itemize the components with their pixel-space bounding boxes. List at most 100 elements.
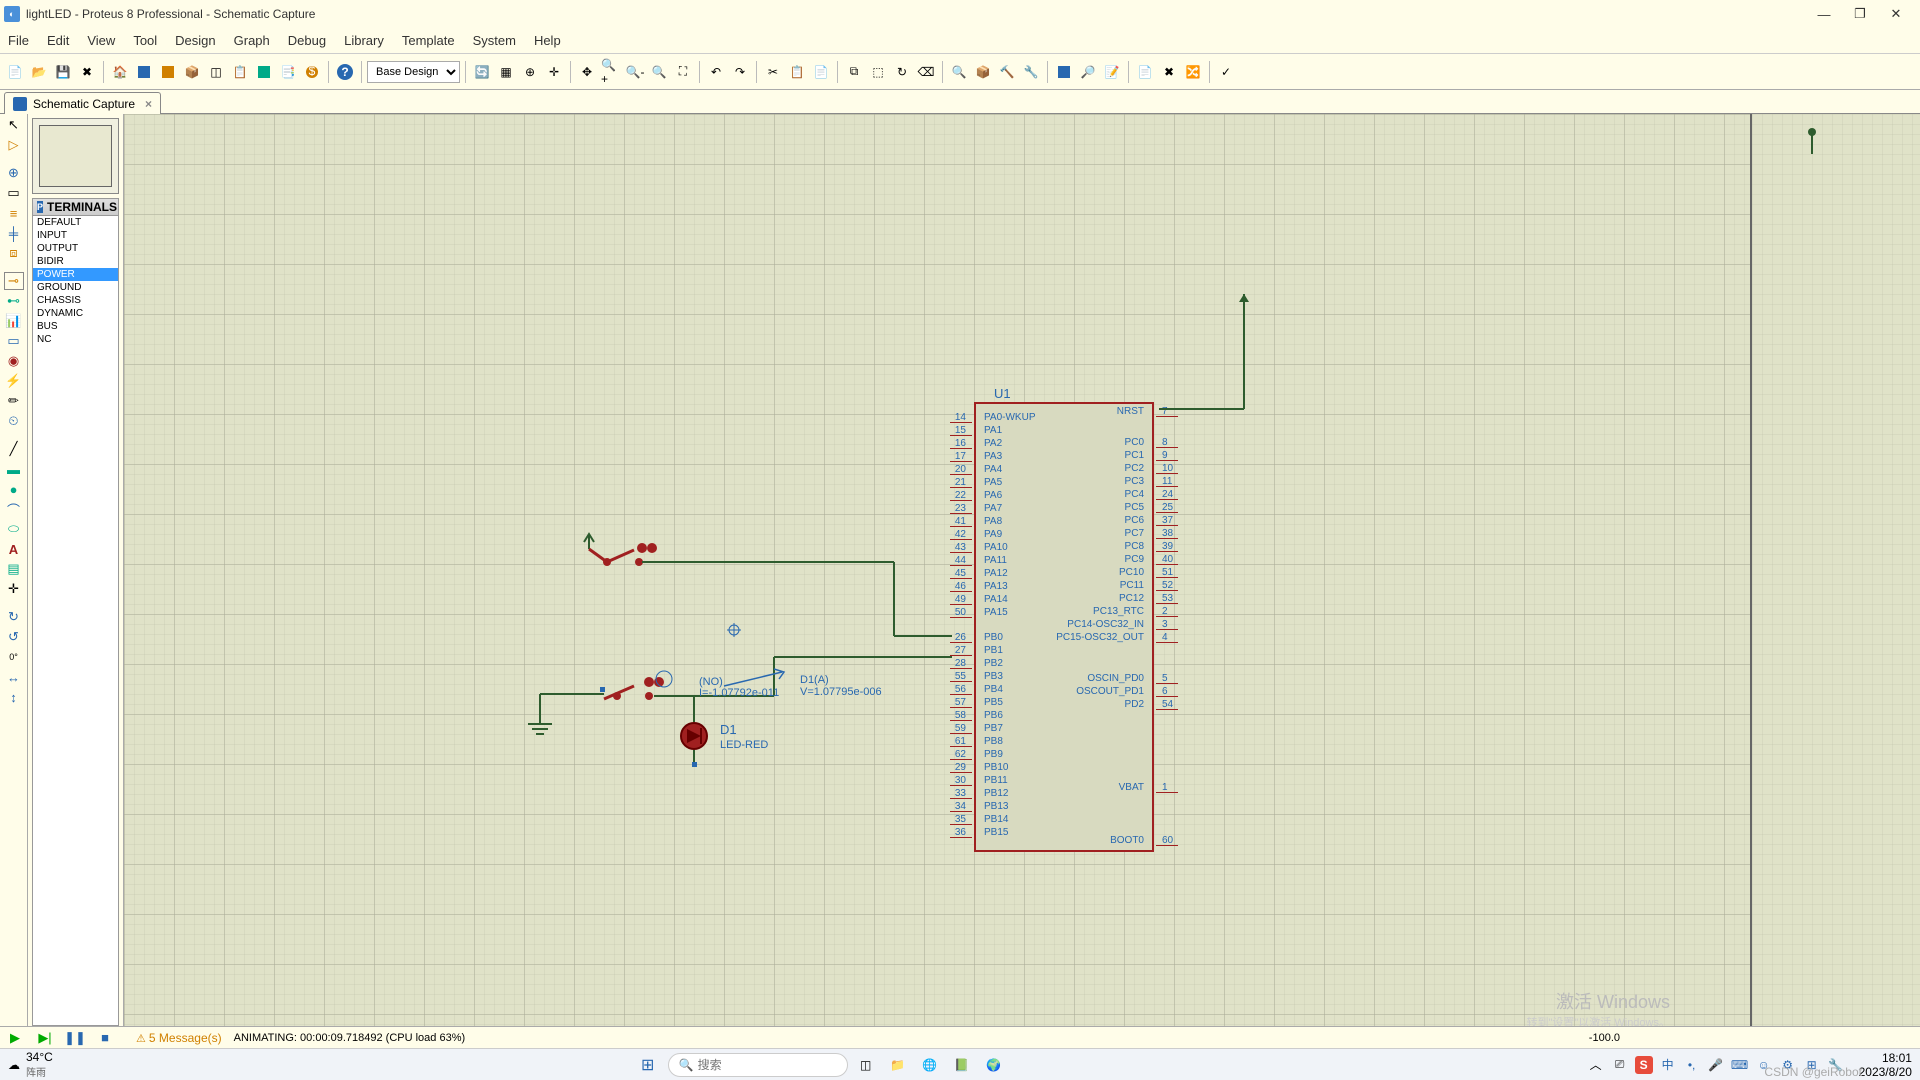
terminal-item-power[interactable]: POWER <box>33 268 118 281</box>
zoom-sheet-icon[interactable]: ⛶ <box>672 61 694 83</box>
schematic-icon[interactable] <box>133 61 155 83</box>
app-icon-2[interactable]: 🌍 <box>980 1053 1008 1077</box>
mic-icon[interactable]: 🎤 <box>1707 1056 1725 1074</box>
terminal-item-nc[interactable]: NC <box>33 333 118 346</box>
bom-icon[interactable]: 📋 <box>229 61 251 83</box>
probe-i-icon[interactable]: ✏ <box>4 392 24 410</box>
generator-icon[interactable]: ◉ <box>4 352 24 370</box>
pcb-icon[interactable] <box>157 61 179 83</box>
delete-sheet-icon[interactable]: ✖ <box>1158 61 1180 83</box>
search-icon[interactable]: 🔎 <box>1077 61 1099 83</box>
circle-icon[interactable]: ● <box>4 480 24 498</box>
3d-icon[interactable]: 📦 <box>181 61 203 83</box>
stop-button[interactable]: ■ <box>92 1028 118 1048</box>
menu-design[interactable]: Design <box>175 33 215 48</box>
erc-icon[interactable]: ✓ <box>1215 61 1237 83</box>
close-button[interactable]: ✕ <box>1884 2 1908 26</box>
terminal-item-output[interactable]: OUTPUT <box>33 242 118 255</box>
search-box[interactable]: 🔍 <box>668 1053 848 1077</box>
code-icon[interactable] <box>253 61 275 83</box>
close-project-button[interactable]: ✖ <box>76 61 98 83</box>
grid-icon[interactable]: ▦ <box>495 61 517 83</box>
select-mode-icon[interactable]: ↖ <box>4 116 24 134</box>
wire-icon[interactable]: 🔧 <box>1020 61 1042 83</box>
right-pane[interactable] <box>1750 114 1920 1026</box>
text2-icon[interactable]: A <box>4 540 24 558</box>
terminal-item-chassis[interactable]: CHASSIS <box>33 294 118 307</box>
marker-icon[interactable]: ✛ <box>4 580 24 598</box>
help-icon[interactable]: ? <box>334 61 356 83</box>
block-rotate-icon[interactable]: ↻ <box>891 61 913 83</box>
property-icon[interactable]: 📝 <box>1101 61 1123 83</box>
tray-screen-icon[interactable]: ⎚ <box>1611 1056 1629 1074</box>
task-view-icon[interactable]: ◫ <box>852 1053 880 1077</box>
menu-edit[interactable]: Edit <box>47 33 69 48</box>
terminal-item-dynamic[interactable]: DYNAMIC <box>33 307 118 320</box>
menu-help[interactable]: Help <box>534 33 561 48</box>
menu-system[interactable]: System <box>473 33 516 48</box>
terminal-item-input[interactable]: INPUT <box>33 229 118 242</box>
pan-icon[interactable]: ✥ <box>576 61 598 83</box>
arc-icon[interactable]: ⌒ <box>4 500 24 518</box>
flip-h-icon[interactable]: ↔ <box>4 668 24 686</box>
pick-icon[interactable]: 🔍 <box>948 61 970 83</box>
text-icon[interactable]: ≡ <box>4 204 24 222</box>
zoom-fit-icon[interactable]: 🔍 <box>648 61 670 83</box>
rotate-ccw-icon[interactable]: ↺ <box>4 628 24 646</box>
terminal-icon[interactable]: ⊸ <box>4 272 24 290</box>
minimize-button[interactable]: — <box>1812 2 1836 26</box>
tray-up-icon[interactable]: ︿ <box>1587 1056 1605 1074</box>
menu-library[interactable]: Library <box>344 33 384 48</box>
terminal-item-default[interactable]: DEFAULT <box>33 216 118 229</box>
zoom-out-icon[interactable]: 🔍- <box>624 61 646 83</box>
menu-template[interactable]: Template <box>402 33 455 48</box>
gerber-icon[interactable]: ◫ <box>205 61 227 83</box>
terminal-item-ground[interactable]: GROUND <box>33 281 118 294</box>
refresh-icon[interactable]: 🔄 <box>471 61 493 83</box>
ime-icon[interactable]: 中 <box>1659 1056 1677 1074</box>
explorer-icon[interactable]: 📑 <box>277 61 299 83</box>
terminals-list[interactable]: DEFAULTINPUTOUTPUTBIDIRPOWERGROUNDCHASSI… <box>32 216 119 1026</box>
snap-icon[interactable]: ✛ <box>543 61 565 83</box>
origin-icon[interactable]: ⊕ <box>519 61 541 83</box>
redo-icon[interactable]: ↷ <box>729 61 751 83</box>
sogou-icon[interactable]: S <box>1635 1056 1653 1074</box>
weather-widget[interactable]: ☁ 34°C阵雨 <box>8 1050 53 1079</box>
instrument-icon[interactable]: ⏲ <box>4 412 24 430</box>
canvas-area[interactable]: U1 14PA0-WKUP15PA116PA217PA320PA421PA522… <box>124 114 1750 1026</box>
clock[interactable]: 18:01 CSDN @geiRobot2023/8/20 <box>1859 1051 1912 1079</box>
probe-v-icon[interactable]: ⚡ <box>4 372 24 390</box>
preview-window[interactable] <box>32 118 119 194</box>
cut-icon[interactable]: ✂ <box>762 61 784 83</box>
menu-graph[interactable]: Graph <box>234 33 270 48</box>
flip-v-icon[interactable]: ↕ <box>4 688 24 706</box>
line-icon[interactable]: ╱ <box>4 440 24 458</box>
cost-icon[interactable]: $ <box>301 61 323 83</box>
step-button[interactable]: ▶| <box>32 1028 58 1048</box>
block-move-icon[interactable]: ⬚ <box>867 61 889 83</box>
design-select[interactable]: Base Design <box>367 61 460 83</box>
explorer-icon[interactable]: 📁 <box>884 1053 912 1077</box>
undo-icon[interactable]: ↶ <box>705 61 727 83</box>
keyboard-icon[interactable]: ⌨ <box>1731 1056 1749 1074</box>
warning-icon[interactable]: ⚠ 5 Message(s) <box>136 1031 222 1045</box>
graph-icon[interactable]: 📊 <box>4 312 24 330</box>
menu-file[interactable]: File <box>8 33 29 48</box>
subcircuit-icon[interactable]: ⧈ <box>4 244 24 262</box>
pause-button[interactable]: ❚❚ <box>62 1028 88 1048</box>
tape-icon[interactable]: ▭ <box>4 332 24 350</box>
box-icon[interactable]: ▬ <box>4 460 24 478</box>
terminal-item-bus[interactable]: BUS <box>33 320 118 333</box>
goto-sheet-icon[interactable]: 🔀 <box>1182 61 1204 83</box>
menu-debug[interactable]: Debug <box>288 33 326 48</box>
component-mode-icon[interactable]: ▷ <box>4 136 24 154</box>
package-icon[interactable]: 📦 <box>972 61 994 83</box>
angle-icon[interactable]: 0° <box>4 648 24 666</box>
tab-schematic[interactable]: Schematic Capture × <box>4 92 161 114</box>
play-button[interactable]: ▶ <box>2 1028 28 1048</box>
junction-icon[interactable]: ⊕ <box>4 164 24 182</box>
block-delete-icon[interactable]: ⌫ <box>915 61 937 83</box>
home-button[interactable]: 🏠 <box>109 61 131 83</box>
decompose-icon[interactable]: 🔨 <box>996 61 1018 83</box>
new-button[interactable]: 📄 <box>4 61 26 83</box>
